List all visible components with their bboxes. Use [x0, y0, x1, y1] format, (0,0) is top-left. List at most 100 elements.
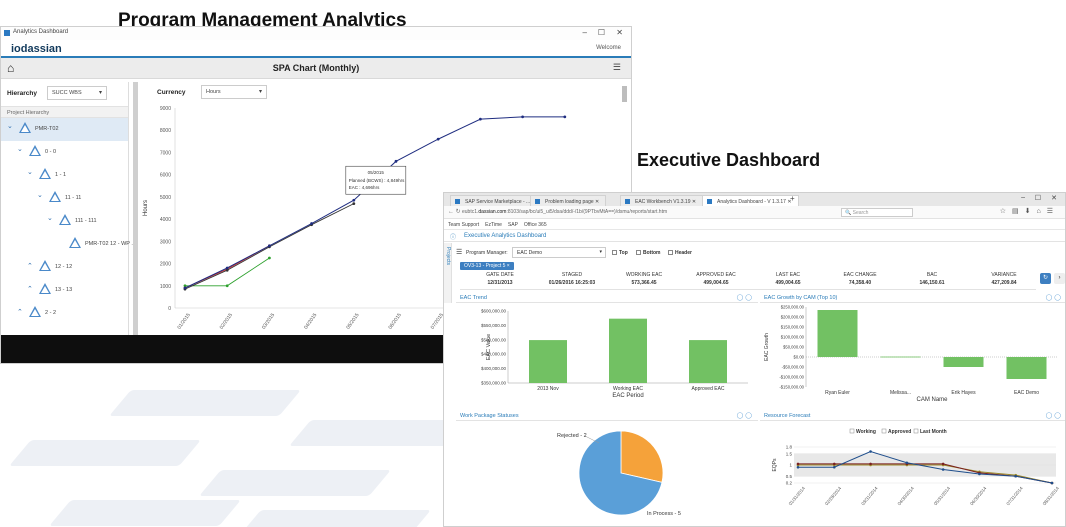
data-point[interactable]	[905, 461, 909, 465]
bar[interactable]	[1006, 357, 1047, 379]
browser-tab[interactable]: Analytics Dashboard - V 1.3.17 ✕	[702, 195, 799, 206]
data-point[interactable]	[183, 286, 187, 290]
refresh-button[interactable]: ↻	[1040, 273, 1051, 284]
chevron-down-icon[interactable]: ⌄	[7, 122, 13, 130]
x-tick-label: 02/2015	[219, 312, 234, 330]
chevron-down-icon[interactable]: ⌄	[47, 214, 53, 222]
data-point[interactable]	[941, 462, 945, 466]
eac-trend-panel-header: EAC Trend ◯◯	[456, 293, 758, 303]
bar[interactable]	[943, 357, 984, 367]
data-point[interactable]	[1050, 481, 1054, 485]
data-point[interactable]	[832, 465, 836, 469]
wbs-triangle-icon	[39, 260, 51, 271]
data-point[interactable]	[563, 115, 567, 119]
chevron-down-icon[interactable]: ⌄	[37, 191, 43, 199]
tree-item[interactable]: PMR-T02 12 - WP ...	[1, 233, 136, 256]
tree-item[interactable]: ⌃ 13 - 13	[1, 279, 128, 302]
y-tick-label: 0.2	[786, 481, 793, 486]
chevron-up-icon[interactable]: ⌃	[17, 308, 23, 316]
chevron-up-icon[interactable]: ⌃	[27, 262, 33, 270]
back-forward-icon[interactable]: ← ↻	[448, 208, 461, 215]
bar[interactable]	[609, 318, 647, 383]
data-point[interactable]	[352, 202, 356, 206]
hamburger-menu-icon[interactable]: ☰	[613, 62, 621, 73]
url-field[interactable]: eubtc1.dassian.com:8103/sap/bc/ui5_ui5/d…	[462, 209, 667, 215]
data-point[interactable]	[869, 450, 872, 453]
tree-item[interactable]: ⌃ 2 - 2	[1, 302, 128, 325]
tab-label: Problem loading page	[545, 199, 594, 205]
y-tick-label: 2000	[160, 262, 171, 268]
data-point[interactable]	[268, 244, 271, 248]
browser-tab[interactable]: Problem loading page ✕	[530, 195, 607, 206]
tree-item[interactable]: ⌃ 12 - 12	[1, 256, 128, 279]
y-tick-label: 1.8	[786, 445, 793, 450]
data-point[interactable]	[225, 266, 229, 270]
y-tick-label: 9000	[160, 106, 171, 112]
legend-checkbox[interactable]	[849, 428, 855, 434]
tree-item[interactable]: ⌄ PMR-T02	[1, 118, 128, 141]
bar[interactable]	[817, 310, 858, 357]
data-point[interactable]	[436, 137, 440, 141]
bookmark-link[interactable]: SAP	[508, 222, 518, 228]
legend-checkbox[interactable]	[881, 428, 887, 434]
bookmark-link[interactable]: Office 365	[524, 222, 547, 228]
y-tick-label: 1.5	[786, 451, 793, 456]
data-point[interactable]	[941, 468, 945, 471]
data-point[interactable]	[796, 462, 800, 466]
bar[interactable]	[529, 340, 567, 383]
data-point[interactable]	[832, 462, 836, 466]
tree-scrollbar[interactable]	[133, 82, 138, 335]
next-button[interactable]: ›	[1054, 273, 1065, 284]
chart-scrollbar[interactable]	[622, 86, 627, 102]
data-point[interactable]	[352, 198, 356, 202]
tree-item[interactable]: ⌄ 11 - 11	[1, 187, 128, 210]
chevron-down-icon[interactable]: ⌄	[17, 145, 23, 153]
data-point[interactable]	[869, 462, 872, 466]
app-title: Executive Analytics Dashboard	[464, 233, 547, 239]
new-tab-icon[interactable]: +	[790, 194, 795, 203]
bar[interactable]	[689, 340, 727, 383]
currency-select[interactable]: Hours ▾	[201, 85, 267, 99]
tree-item[interactable]: ⌄ 1 - 1	[1, 164, 128, 187]
y-tick-label: $400,000.00	[481, 366, 507, 371]
menu-icon[interactable]: ☰	[456, 248, 462, 256]
info-icon[interactable]: ⓘ	[450, 232, 456, 241]
browser-tab[interactable]: SAP Service Marketplace - ... ✕	[450, 195, 543, 206]
tree-item[interactable]: ⌄ 0 - 0	[1, 141, 128, 164]
close-icon[interactable]: ✕	[616, 28, 623, 37]
legend-checkbox[interactable]	[913, 428, 919, 434]
data-point[interactable]	[268, 256, 271, 260]
close-icon[interactable]: ✕	[1051, 194, 1057, 202]
tab-close-icon[interactable]: ✕	[594, 199, 599, 205]
bar[interactable]	[880, 356, 921, 358]
data-point[interactable]	[310, 222, 313, 225]
tree-item[interactable]: ⌄ 111 - 111	[1, 210, 128, 233]
chevron-down-icon[interactable]: ⌄	[27, 168, 33, 176]
minimize-icon[interactable]: –	[583, 28, 587, 37]
data-point[interactable]	[394, 159, 398, 163]
bottom-checkbox[interactable]: Bottom	[636, 250, 661, 256]
toolbar-icons[interactable]: ☆▤⬇⌂☰	[1000, 207, 1059, 215]
header-checkbox[interactable]: Header	[668, 250, 692, 256]
top-checkbox[interactable]: Top	[612, 250, 628, 256]
project-pill[interactable]: OV3-13 - Project 5 ×	[460, 262, 514, 270]
tab-close-icon[interactable]: ✕	[691, 199, 696, 205]
data-point[interactable]	[521, 115, 524, 119]
search-input[interactable]: 🔍 Search	[841, 208, 913, 217]
minimize-icon[interactable]: –	[1021, 194, 1025, 201]
bookmark-link[interactable]: Team Support	[448, 222, 479, 228]
maximize-icon[interactable]: ☐	[1035, 194, 1041, 202]
chevron-up-icon[interactable]: ⌃	[27, 285, 33, 293]
browser-tab[interactable]: EAC Workbench V1.3.19 ✕	[620, 195, 704, 206]
data-point[interactable]	[225, 284, 229, 288]
maximize-icon[interactable]: ☐	[598, 28, 605, 37]
hierarchy-select[interactable]: SUCC WBS ▾	[47, 86, 107, 100]
bookmark-link[interactable]: EzTime	[485, 222, 502, 228]
projects-side-tab[interactable]: Projects	[444, 243, 452, 303]
data-point[interactable]	[1014, 474, 1018, 478]
data-point[interactable]	[978, 472, 981, 476]
data-point[interactable]	[479, 117, 482, 121]
data-point[interactable]	[796, 465, 800, 469]
x-tick-label: 08/31/2014	[1042, 485, 1061, 506]
program-manager-select[interactable]: EAC Demo ▾	[512, 247, 606, 258]
